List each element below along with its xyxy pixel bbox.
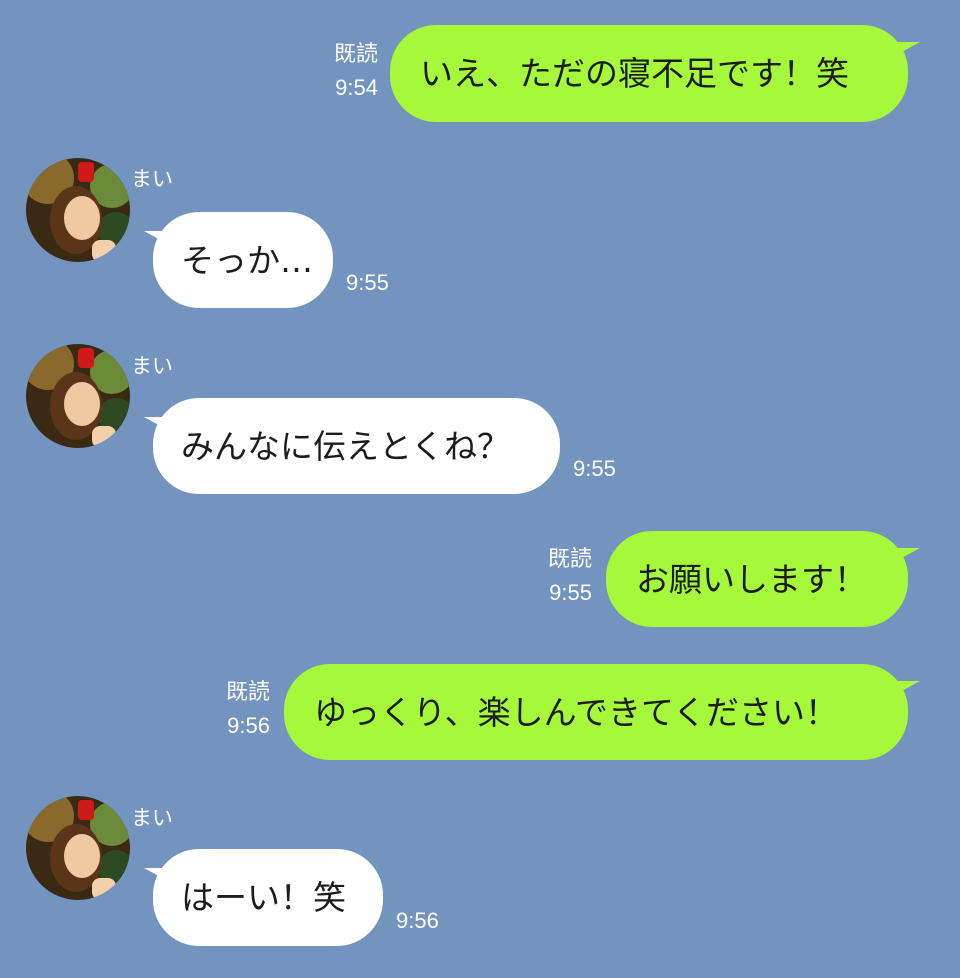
- incoming-message-bubble[interactable]: そっか…: [153, 212, 333, 308]
- bubble-tail: [898, 42, 920, 54]
- message-meta: 既読 9:56: [210, 675, 270, 743]
- chat-thread: 既読 9:54 いえ、ただの寝不足です！笑 まい そっか… 9:55 まい みん…: [0, 0, 960, 978]
- message-time: 9:55: [573, 456, 616, 481]
- outgoing-message-bubble[interactable]: いえ、ただの寝不足です！笑: [390, 25, 908, 122]
- incoming-message-bubble[interactable]: はーい！笑: [153, 849, 383, 946]
- avatar[interactable]: [26, 158, 130, 262]
- message-text: いえ、ただの寝不足です！笑: [420, 54, 849, 93]
- message-text: はーい！笑: [181, 878, 346, 917]
- message-time: 9:56: [396, 908, 439, 933]
- message-text: そっか…: [181, 240, 313, 280]
- bubble-tail: [898, 548, 920, 560]
- sender-name: まい: [131, 167, 173, 191]
- message-text: ゆっくり、楽しんできてください！: [314, 692, 839, 732]
- avatar[interactable]: [26, 344, 130, 448]
- message-time: 9:55: [549, 580, 592, 606]
- message-meta: 既読 9:54: [318, 37, 378, 105]
- bubble-tail: [898, 681, 920, 693]
- outgoing-message-bubble[interactable]: ゆっくり、楽しんできてください！: [284, 664, 908, 760]
- incoming-message-bubble[interactable]: みんなに伝えとくね？: [153, 398, 560, 494]
- avatar-photo-icon: [26, 158, 130, 262]
- avatar[interactable]: [26, 796, 130, 900]
- message-text: お願いします！: [636, 559, 867, 599]
- sender-name: まい: [131, 354, 173, 378]
- message-time: 9:54: [335, 75, 378, 101]
- read-receipt: 既読: [225, 679, 270, 704]
- outgoing-message-bubble[interactable]: お願いします！: [606, 531, 908, 627]
- avatar-photo-icon: [26, 796, 130, 900]
- message-text: みんなに伝えとくね？: [181, 426, 511, 466]
- message-meta: 既読 9:55: [532, 542, 592, 610]
- read-receipt: 既読: [333, 41, 378, 66]
- message-time: 9:55: [346, 270, 389, 295]
- avatar-photo-icon: [26, 344, 130, 448]
- read-receipt: 既読: [547, 546, 592, 571]
- sender-name: まい: [131, 806, 173, 830]
- message-time: 9:56: [227, 713, 270, 739]
